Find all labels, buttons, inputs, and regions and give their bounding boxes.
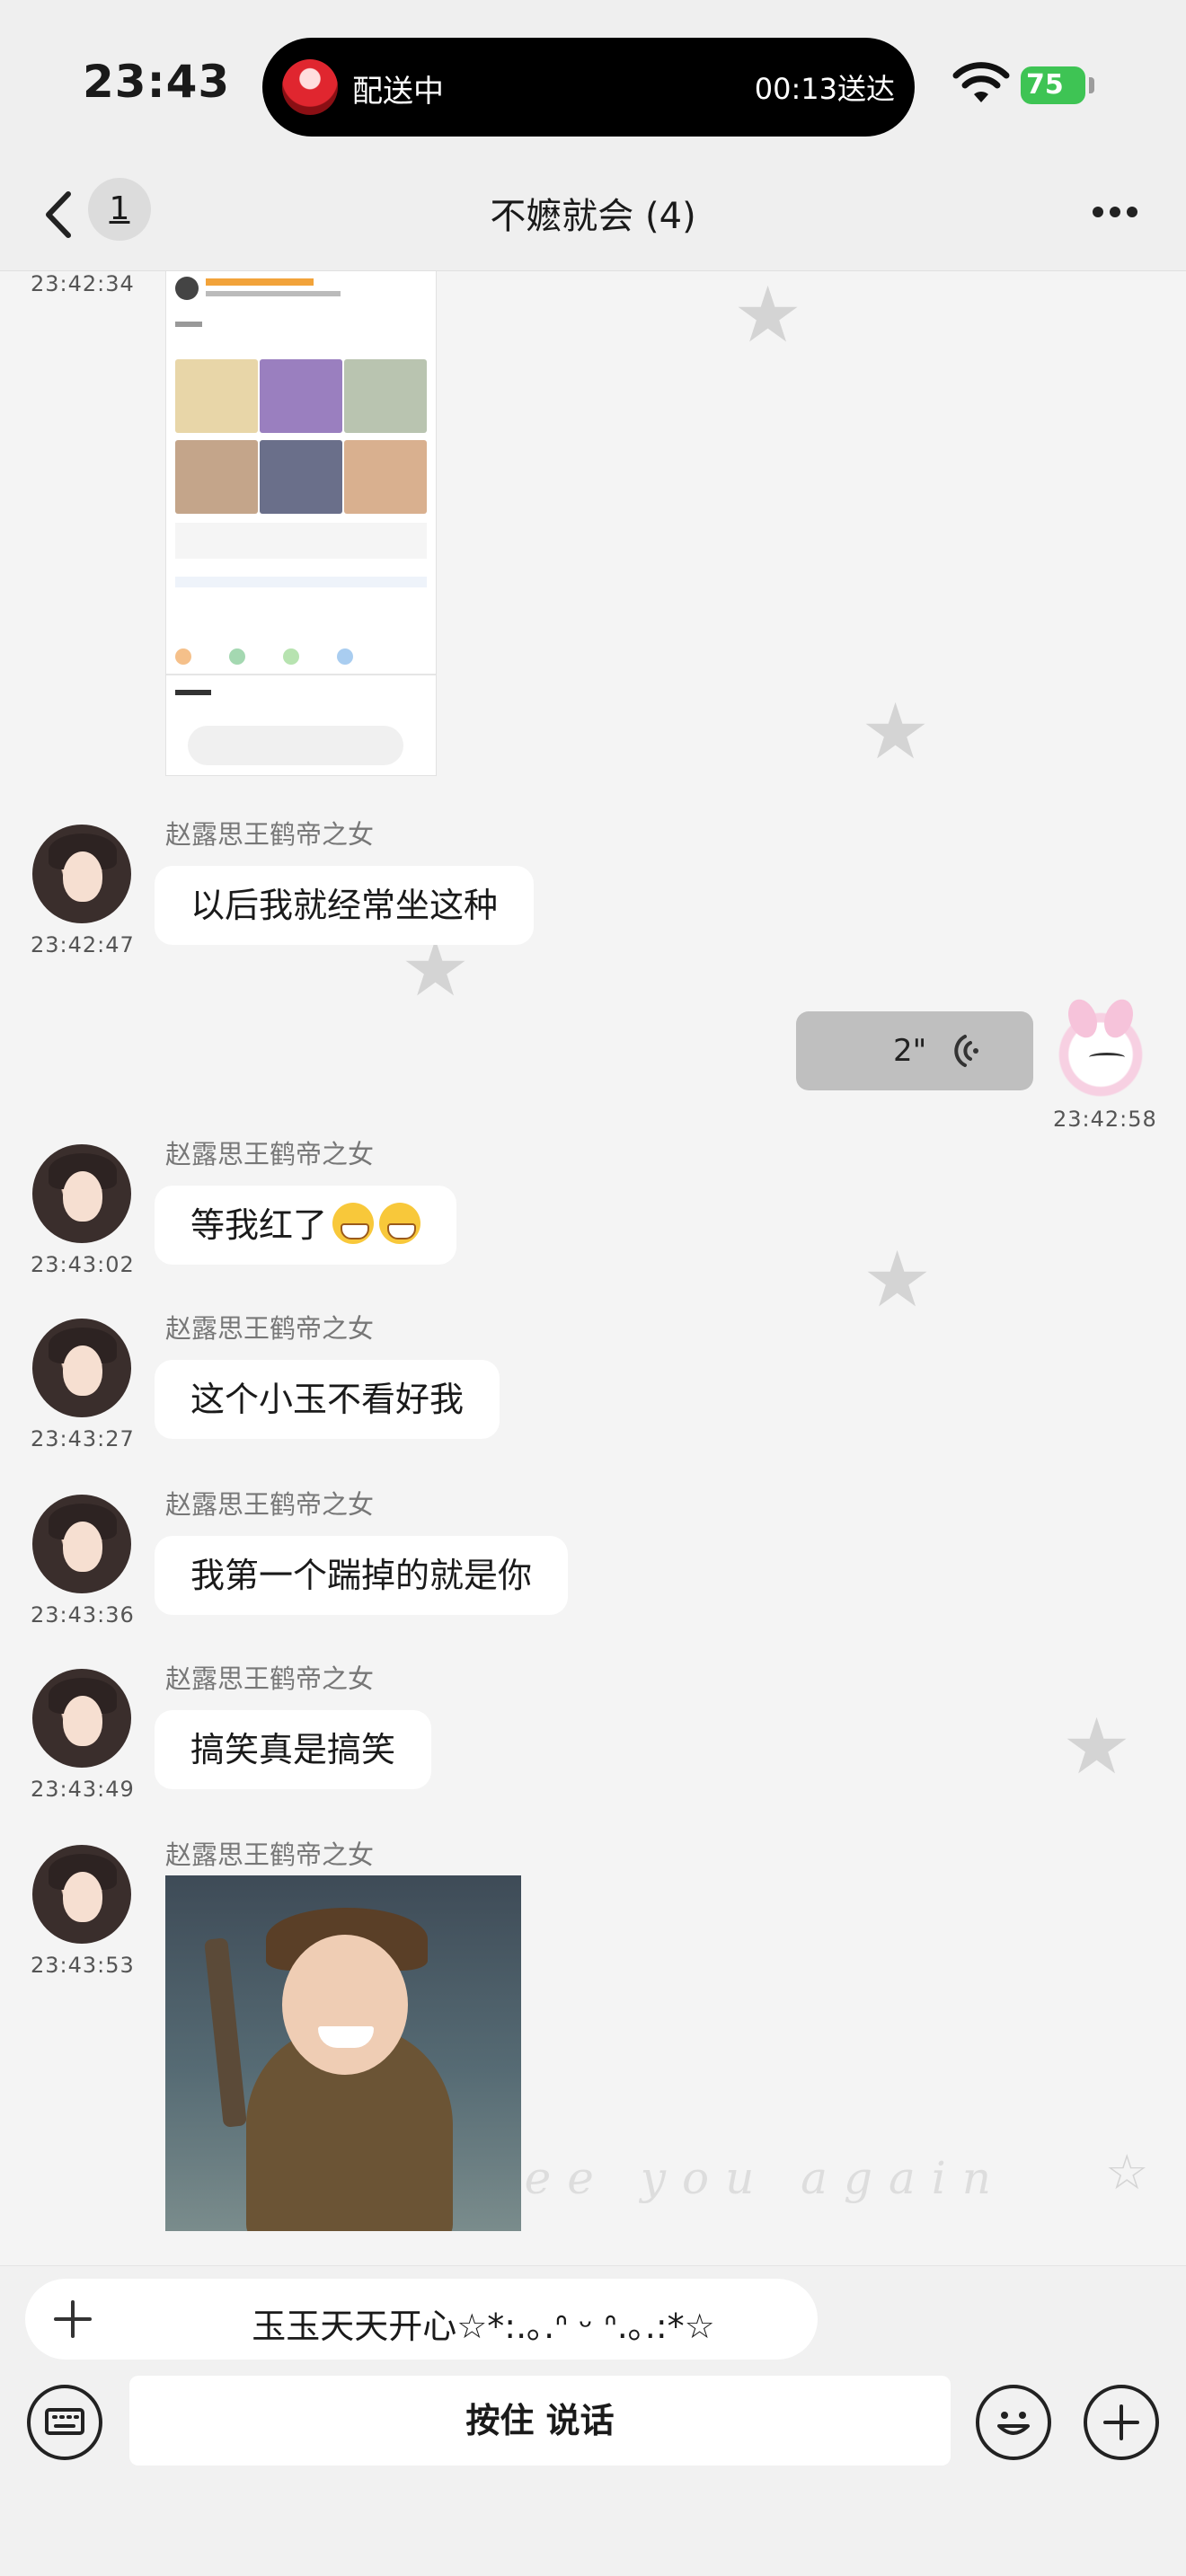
- delivery-status-label: 配送中: [352, 74, 444, 110]
- hold-to-talk-button[interactable]: 按住 说话: [129, 2376, 951, 2466]
- background-star-icon: ★: [1062, 1702, 1132, 1792]
- message-time: 23:43:02: [31, 1252, 135, 1277]
- message-time: 23:42:34: [31, 271, 135, 296]
- sender-name: 赵露思王鹤帝之女: [165, 1663, 375, 1694]
- sender-name: 赵露思王鹤帝之女: [165, 1139, 375, 1169]
- grinning-emoji-icon: [379, 1203, 421, 1244]
- message-bubble[interactable]: 搞笑真是搞笑: [155, 1710, 432, 1789]
- input-panel: 玉玉天天开心☆*:.｡.ᐢ ᵕ ᐢ.｡.:*☆ 按住 说话: [0, 2265, 1186, 2576]
- grinning-emoji-icon: [332, 1203, 375, 1244]
- dynamic-island-delivery[interactable]: 配送中 00:13送达: [262, 38, 915, 137]
- sender-avatar[interactable]: [32, 1669, 131, 1768]
- sender-avatar[interactable]: [32, 1495, 131, 1593]
- emoji-picker-icon[interactable]: [976, 2385, 1051, 2460]
- battery-indicator: 75: [1021, 66, 1085, 104]
- message-time: 23:43:36: [31, 1602, 135, 1628]
- shared-screenshot-image[interactable]: [165, 271, 437, 776]
- sender-name: 赵露思王鹤帝之女: [165, 1313, 375, 1344]
- background-text: see you again: [485, 2152, 1007, 2204]
- voice-wave-icon: [954, 1035, 978, 1067]
- sender-avatar[interactable]: [32, 1144, 131, 1243]
- message-bubble[interactable]: 以后我就经常坐这种: [155, 866, 535, 945]
- message-list[interactable]: ★ ★ ★ ★ ★ ☆ see you again 23:42:34 赵露思王鹤…: [0, 271, 1186, 2265]
- wifi-icon: [952, 62, 1010, 102]
- quick-reply-suggestion[interactable]: 玉玉天天开心☆*:.｡.ᐢ ᵕ ᐢ.｡.:*☆: [25, 2279, 818, 2360]
- message-time: 23:43:27: [31, 1426, 135, 1451]
- background-star-icon: ☆: [1105, 2144, 1149, 2201]
- message-time: 23:42:47: [31, 932, 135, 957]
- character-sticker-image[interactable]: [165, 1875, 521, 2231]
- more-options-icon[interactable]: [1084, 199, 1146, 221]
- voice-message-bubble[interactable]: 2": [796, 1011, 1033, 1090]
- background-star-icon: ★: [733, 271, 803, 360]
- suggestion-text: 玉玉天天开心☆*:.｡.ᐢ ᵕ ᐢ.｡.:*☆: [252, 2307, 715, 2346]
- message-time: 23:42:58: [1053, 1107, 1157, 1132]
- delivery-eta: 00:13送达: [754, 72, 895, 106]
- delivery-rider-icon: [282, 59, 338, 115]
- sender-name: 赵露思王鹤帝之女: [165, 1489, 375, 1520]
- voice-duration: 2": [893, 1033, 927, 1069]
- more-actions-icon[interactable]: [1084, 2385, 1159, 2460]
- message-text: 等我红了: [190, 1205, 328, 1245]
- smiley-icon: [997, 2412, 1030, 2435]
- message-time: 23:43:53: [31, 1953, 135, 1978]
- keyboard-icon: [45, 2408, 84, 2435]
- chat-header: 1 不嬷就会 (4): [0, 162, 1186, 271]
- sender-avatar[interactable]: [32, 825, 131, 923]
- status-bar: 23:43 配送中 00:13送达 75: [0, 0, 1186, 162]
- message-time: 23:43:49: [31, 1777, 135, 1802]
- sender-avatar[interactable]: [32, 1319, 131, 1417]
- background-star-icon: ★: [863, 1235, 933, 1325]
- message-bubble[interactable]: 等我红了: [155, 1186, 457, 1265]
- self-avatar[interactable]: [1049, 995, 1152, 1098]
- battery-level: 75: [1026, 69, 1064, 101]
- battery-cap-icon: [1089, 77, 1094, 93]
- sender-name: 赵露思王鹤帝之女: [165, 819, 375, 850]
- keyboard-toggle-icon[interactable]: [27, 2385, 102, 2460]
- background-star-icon: ★: [861, 687, 931, 777]
- sender-avatar[interactable]: [32, 1845, 131, 1944]
- message-bubble[interactable]: 我第一个踹掉的就是你: [155, 1536, 569, 1615]
- status-time: 23:43: [83, 56, 231, 108]
- message-bubble[interactable]: 这个小玉不看好我: [155, 1360, 500, 1439]
- plus-circle-icon: [1103, 2404, 1139, 2440]
- sender-name: 赵露思王鹤帝之女: [165, 1839, 375, 1870]
- chat-title: 不嬷就会 (4): [490, 196, 696, 237]
- plus-icon[interactable]: [52, 2298, 93, 2340]
